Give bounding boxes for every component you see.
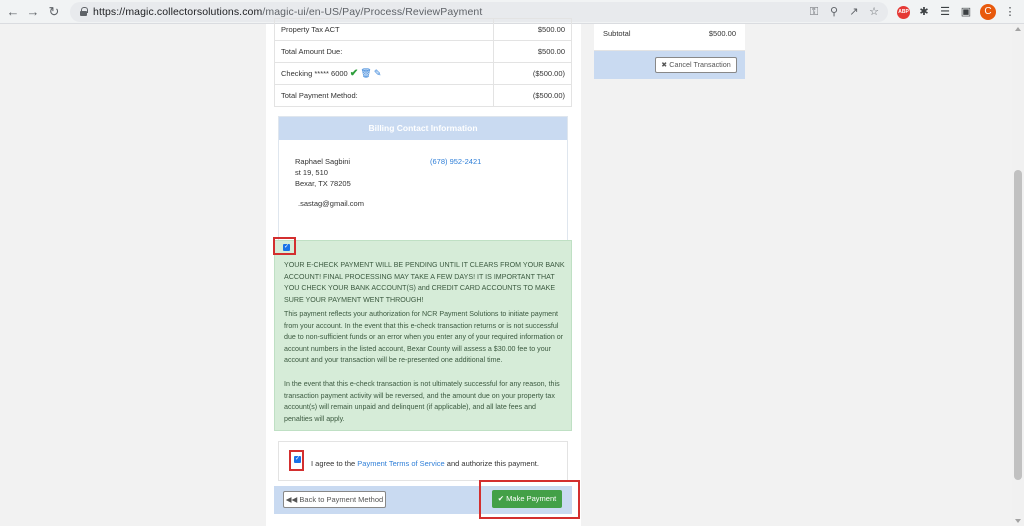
billing-email: .sastag@gmail.com [298,199,364,208]
payment-method-cell: Checking ***** 6000 ✔ 🗑 ✎ [274,62,494,85]
notice-reversal: In the event that this e-check transacti… [284,380,560,423]
verified-check-icon: ✔ [349,68,359,79]
subtotal-value: $500.00 [708,29,736,38]
page-body: Property Tax ACT $500.00 Total Amount Du… [0,18,1024,526]
table-row: Property Tax ACT $500.00 [274,18,572,41]
agree-checkbox[interactable]: ✓ [294,456,301,463]
extensions-puzzle-icon[interactable]: ✱ [916,4,932,20]
row-label: Total Amount Due: [274,40,494,63]
kebab-menu-icon[interactable]: ⋮ [1002,4,1018,20]
make-payment-button[interactable]: ✔ Make Payment [492,490,562,508]
cancel-transaction-button[interactable]: ✖ Cancel Transaction [655,57,737,73]
profile-avatar[interactable]: C [980,4,996,20]
billing-name: Raphael Sagbini [295,157,351,166]
trash-icon[interactable]: 🗑 [360,68,371,78]
key-icon[interactable]: ⚿ [806,4,822,20]
echeck-notice: YOUR E-CHECK PAYMENT WILL BE PENDING UNT… [274,240,572,431]
row-label: Property Tax ACT [274,18,494,41]
billing-contact-card: Billing Contact Information Raphael Sagb… [278,116,568,260]
back-arrow-icon[interactable]: ← [4,3,22,21]
billing-address-line2: Bexar, TX 78205 [295,179,351,188]
row-label: Checking ***** 6000 [281,69,348,78]
row-label: Total Payment Method: [274,84,494,107]
close-icon: ✖ [661,60,668,69]
row-amount: $500.00 [493,18,572,41]
media-queue-icon[interactable]: ☰ [937,4,953,20]
row-amount: $500.00 [493,40,572,63]
scroll-down-icon[interactable] [1015,519,1021,523]
row-amount: ($500.00) [493,62,572,85]
notice-authorization: This payment reflects your authorization… [284,310,564,364]
billing-header: Billing Contact Information [279,117,567,140]
notice-checkbox[interactable]: ✓ [283,244,290,251]
zoom-icon[interactable]: ⚲ [826,4,842,20]
scroll-up-icon[interactable] [1015,27,1021,31]
terms-agreement-box: I agree to the Payment Terms of Service … [278,441,568,481]
billing-phone: (678) 952-2421 [430,157,482,166]
subtotal-row: Subtotal $500.00 [594,24,745,51]
side-panel-icon[interactable]: ▣ [958,4,974,20]
edit-icon[interactable]: ✎ [374,68,382,78]
url-text[interactable]: https://magic.collectorsolutions.com/mag… [93,6,482,18]
table-row: Total Payment Method: ($500.00) [274,84,572,107]
table-row: Checking ***** 6000 ✔ 🗑 ✎ ($500.00) [274,62,572,85]
bookmark-star-icon[interactable]: ☆ [866,4,882,20]
share-icon[interactable]: ↗ [846,4,862,20]
notice-warning: YOUR E-CHECK PAYMENT WILL BE PENDING UNT… [284,261,565,304]
terms-of-service-link[interactable]: Payment Terms of Service [357,459,444,468]
page-scrollbar[interactable] [1012,24,1024,526]
back-to-payment-method-button[interactable]: ◀◀ Back to Payment Method [283,491,386,508]
payment-summary-table: Property Tax ACT $500.00 Total Amount Du… [274,18,572,107]
forward-arrow-icon[interactable]: → [24,3,42,21]
lock-icon [80,7,88,16]
check-icon: ✔ [497,494,505,503]
billing-address-line1: st 19, 510 [295,168,328,177]
adblock-extension-icon[interactable]: ABP [897,6,910,19]
subtotal-label: Subtotal [603,29,631,38]
reload-icon[interactable]: ↻ [45,3,63,21]
scrollbar-thumb[interactable] [1014,170,1022,480]
table-row: Total Amount Due: $500.00 [274,40,572,63]
row-amount: ($500.00) [493,84,572,107]
agree-text: I agree to the Payment Terms of Service … [311,459,539,468]
